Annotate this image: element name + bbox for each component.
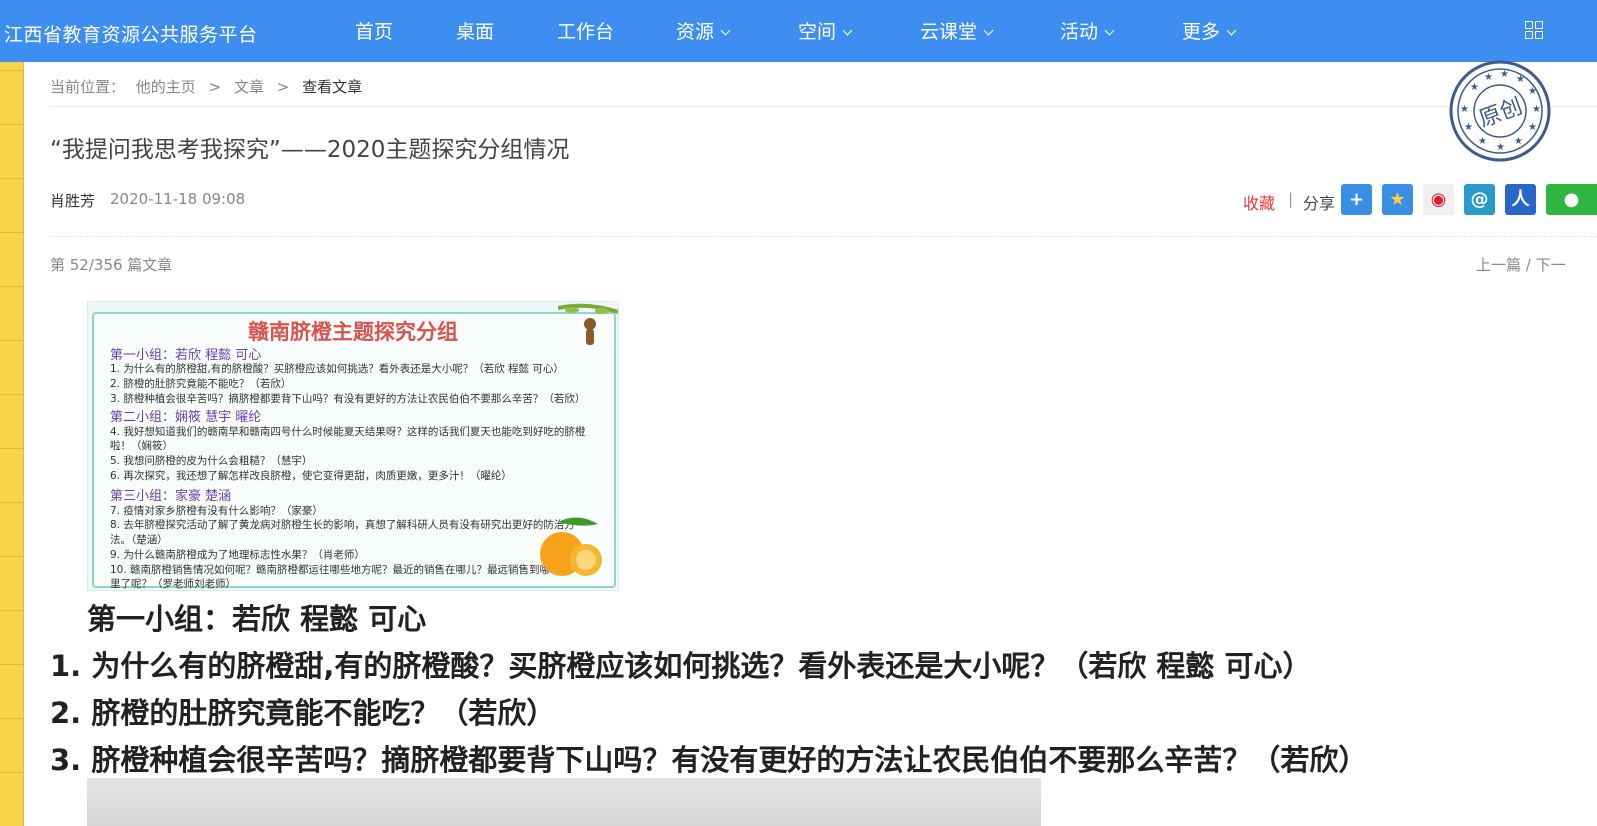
breadcrumb: 当前位置： 他的主页 > 文章 > 查看文章 — [50, 76, 368, 97]
nav-item-home[interactable]: 首页 — [355, 17, 393, 44]
svg-text:★: ★ — [1532, 104, 1541, 115]
chevron-down-icon — [1104, 25, 1115, 36]
image-line: 2. 脐橙的肚脐究竟能不能吃？（若欣） — [110, 378, 292, 390]
svg-text:★: ★ — [1484, 72, 1493, 83]
content-line: 1. 为什么有的脐橙甜,有的脐橙酸？买脐橙应该如何挑选？看外表还是大小呢？（若欣… — [50, 643, 1312, 685]
qzone-icon[interactable]: ★ — [1382, 184, 1413, 215]
orange-fruit-icon — [540, 517, 602, 576]
chevron-down-icon — [1226, 25, 1237, 36]
nav-label: 资源 — [676, 21, 715, 43]
nav-label: 桌面 — [456, 21, 495, 43]
publish-date: 2020-11-18 09:08 — [110, 190, 246, 208]
renren-icon[interactable]: 人 — [1505, 184, 1536, 215]
nav-label: 空间 — [798, 21, 837, 43]
breadcrumb-separator: > — [276, 78, 290, 96]
svg-text:★: ★ — [1528, 86, 1537, 97]
content-line-number: 1. — [50, 649, 82, 683]
site-title[interactable]: 江西省教育资源公共服务平台 — [4, 20, 258, 47]
svg-text:★: ★ — [1460, 104, 1469, 115]
nav-item-cloud-class[interactable]: 云课堂 — [920, 17, 994, 44]
image-line: 7. 疫情对家乡脐橙有没有什么影响？（家豪） — [110, 505, 323, 517]
nav-label: 首页 — [355, 21, 394, 43]
chevron-down-icon — [842, 25, 853, 36]
prev-next-links[interactable]: 上一篇 / 下一 — [1476, 254, 1566, 275]
image-line: 1. 为什么有的脐橙甜,有的脐橙酸？买脐橙应该如何挑选？看外表还是大小呢？（若欣… — [110, 363, 564, 375]
divider — [50, 106, 1597, 107]
content-line-text: 第一小组：若欣 程懿 可心 — [87, 602, 427, 636]
content-line: 2. 脐橙的肚脐究竟能不能吃？（若欣） — [50, 690, 555, 732]
original-stamp-icon: ★★ ★ ★★★ ★★★ ★★★ 原创 — [1449, 60, 1551, 162]
content-line-number: 2. — [50, 696, 82, 730]
left-decoration — [0, 62, 24, 826]
breadcrumb-home[interactable]: 他的主页 — [136, 78, 196, 96]
image-line: 10. 赣南脐橙销售情况如何呢？赣南脐橙都运往哪些地方呢？最近的销售在哪儿？最远… — [110, 564, 551, 576]
image-line: 9. 为什么赣南脐橙成为了地理标志性水果？（肖老师） — [110, 549, 365, 561]
image-line: 第二小组：娴筱 慧宇 曜纶 — [110, 410, 262, 425]
content-line: 3. 脐橙种植会很辛苦吗？摘脐橙都要背下山吗？有没有更好的方法让农民伯伯不要那么… — [50, 737, 1367, 779]
nav-label: 活动 — [1060, 21, 1099, 43]
weibo-icon[interactable]: ◉ — [1423, 184, 1454, 215]
image-line: 啦！（娴筱） — [110, 440, 173, 452]
svg-text:★: ★ — [1516, 74, 1525, 85]
article-image: 赣南脐橙主题探究分组 第一小组：若欣 程懿 可心 1. 为什么有的脐橙甜,有的脐… — [87, 301, 619, 591]
article-count: 第 52/356 篇文章 — [50, 256, 173, 274]
meta-divider: | — [1288, 190, 1294, 208]
chevron-down-icon — [983, 25, 994, 36]
svg-text:★: ★ — [1464, 122, 1473, 133]
nav-label: 云课堂 — [920, 21, 978, 43]
share-label: 分享 — [1303, 194, 1336, 213]
nav-label: 工作台 — [557, 21, 615, 43]
nav-item-workbench[interactable]: 工作台 — [557, 17, 614, 44]
content-line-text: 为什么有的脐橙甜,有的脐橙酸？买脐橙应该如何挑选？看外表还是大小呢？（若欣 程懿… — [91, 649, 1312, 683]
author-name[interactable]: 肖胜芳 — [50, 190, 95, 211]
image-line: 5. 我想问脐橙的皮为什么会粗糙？（慧宇） — [110, 455, 313, 467]
nav-item-desktop[interactable]: 桌面 — [456, 17, 494, 44]
chevron-down-icon — [720, 25, 731, 36]
image-line: 8. 去年脐橙探究活动了解了黄龙病对脐橙生长的影响，真想了解科研人员有没有研究出… — [110, 519, 575, 531]
image-line: 6. 再次探究，我还想了解怎样改良脐橙，使它变得更甜，肉质更嫩，更多汁！（曜纶） — [110, 470, 512, 482]
top-navbar: 江西省教育资源公共服务平台 首页 桌面 工作台 资源 空间 云课堂 活动 更多 — [0, 0, 1597, 62]
svg-text:★: ★ — [1528, 122, 1537, 133]
image-line: 第三小组：家豪 楚涵 — [110, 489, 232, 504]
image-title: 赣南脐橙主题探究分组 — [248, 320, 458, 344]
content-line-text: 脐橙的肚脐究竟能不能吃？（若欣） — [91, 696, 556, 730]
nav-label: 更多 — [1182, 21, 1221, 43]
image-line: 里了呢？（罗老师刘老师） — [110, 578, 236, 590]
content-line: 第一小组：若欣 程懿 可心 — [87, 596, 426, 638]
tencent-weibo-icon[interactable]: @ — [1464, 184, 1495, 215]
article-title: “我提问我思考我探究”——2020主题探究分组情况 — [50, 137, 570, 163]
content-line-text: 脐橙种植会很辛苦吗？摘脐橙都要背下山吗？有没有更好的方法让农民伯伯不要那么辛苦？… — [91, 743, 1368, 777]
nav-item-resources[interactable]: 资源 — [676, 17, 731, 44]
svg-text:★: ★ — [1514, 136, 1523, 147]
image-line: 4. 我好想知道我们的赣南早和赣南四号什么时候能夏天结果呀？这样的话我们夏天也能… — [110, 426, 586, 438]
image-line: 法。（楚涵） — [110, 534, 168, 546]
grid-icon[interactable] — [1525, 21, 1543, 39]
breadcrumb-articles[interactable]: 文章 — [234, 78, 264, 96]
nav-item-activity[interactable]: 活动 — [1060, 17, 1115, 44]
plus-share-icon[interactable]: + — [1341, 184, 1372, 215]
collect-button[interactable]: 收藏 — [1243, 190, 1275, 214]
breadcrumb-current: 查看文章 — [302, 78, 363, 96]
image-line: 3. 脐橙种植会很辛苦吗？摘脐橙都要背下山吗？有没有更好的方法让农民伯伯不要那么… — [110, 393, 586, 405]
breadcrumb-separator: > — [208, 78, 222, 96]
breadcrumb-prefix: 当前位置： — [50, 78, 126, 96]
content-line-number: 3. — [50, 743, 82, 777]
divider — [50, 236, 1597, 237]
nav-item-more[interactable]: 更多 — [1182, 17, 1237, 44]
nav-item-space[interactable]: 空间 — [798, 17, 853, 44]
svg-text:★: ★ — [1500, 69, 1509, 80]
wechat-icon[interactable]: ● — [1546, 184, 1597, 215]
svg-text:★: ★ — [1470, 82, 1479, 93]
svg-text:★: ★ — [1496, 142, 1505, 153]
article-photo — [87, 778, 1041, 826]
svg-text:★: ★ — [1478, 136, 1487, 147]
